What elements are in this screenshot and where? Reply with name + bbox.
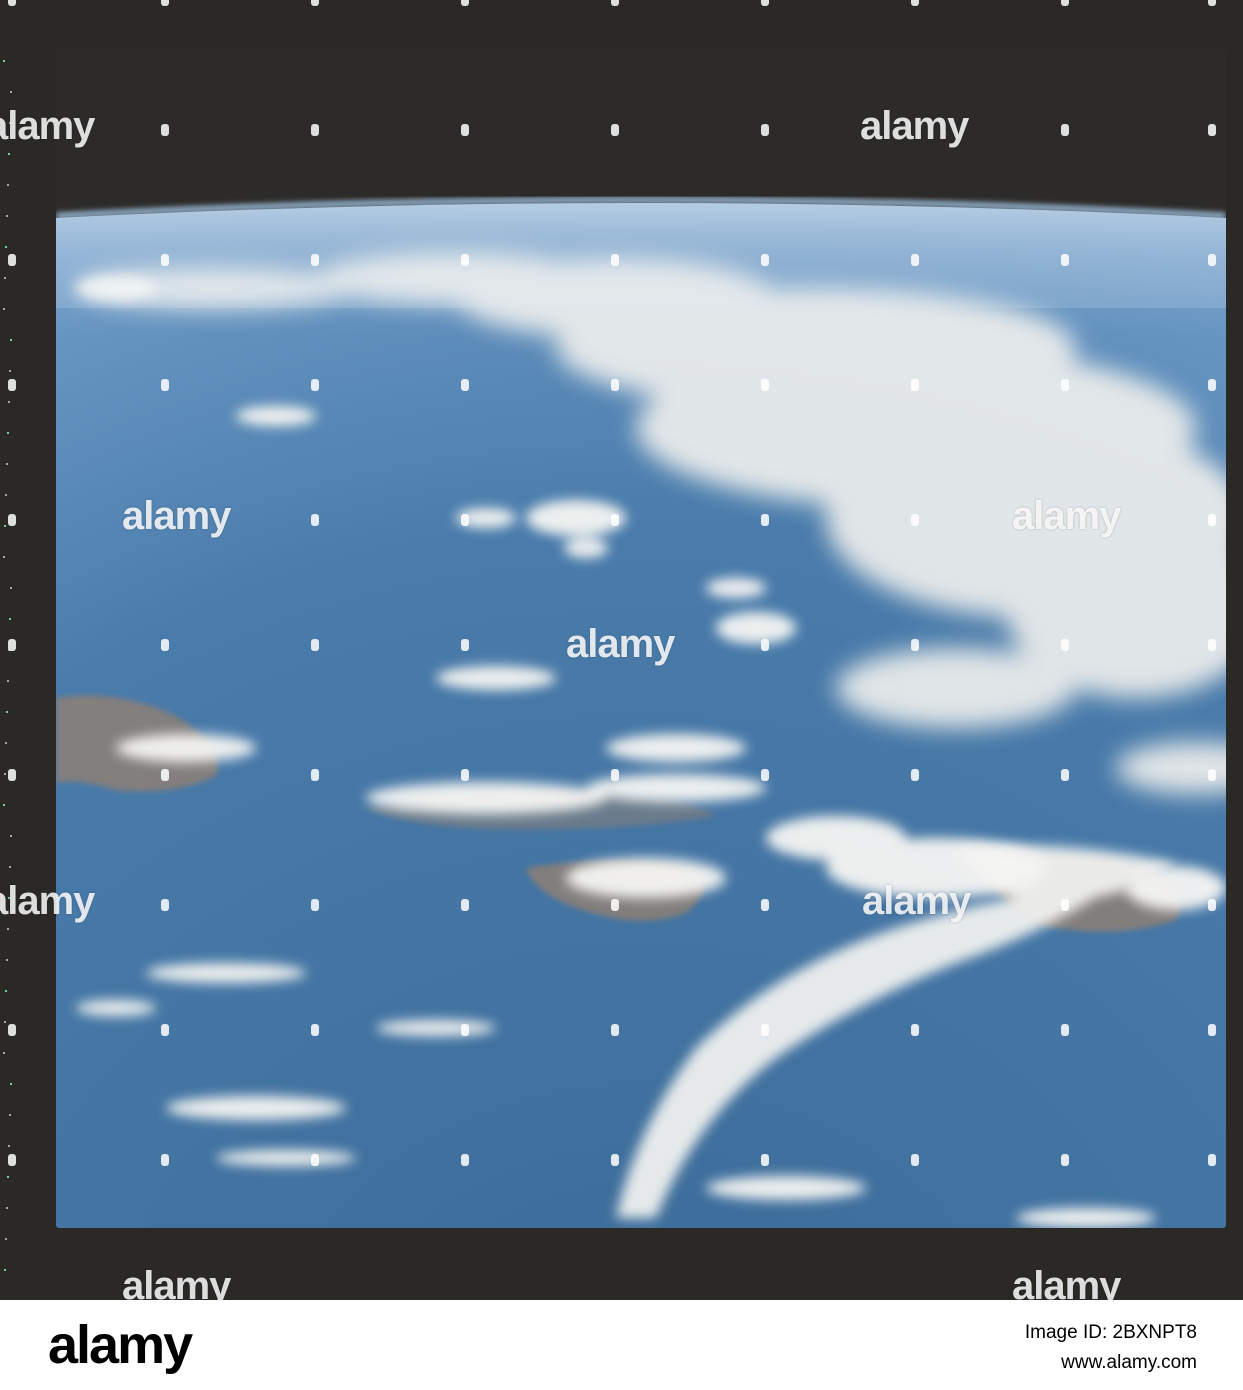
stock-image-info: Image ID: 2BXNPT8 www.alamy.com (1025, 1318, 1197, 1378)
film-edge-speck (5, 246, 7, 248)
film-edge-speck (8, 649, 10, 651)
film-edge-speck (8, 153, 10, 155)
film-edge-speck (4, 277, 6, 279)
film-edge-speck (3, 1052, 5, 1054)
stock-url-label: www.alamy.com (1061, 1352, 1197, 1373)
film-edge-speck (6, 463, 8, 465)
film-edge-speck (4, 525, 6, 527)
watermark-mark (161, 0, 169, 6)
film-edge-speck (3, 308, 5, 310)
film-edge-speck (9, 122, 11, 124)
film-edge-speck (8, 1145, 10, 1147)
watermark-mark (311, 0, 319, 6)
watermark-text: alamy (1012, 1264, 1121, 1300)
film-edge-speck (9, 1114, 11, 1116)
film-edge-speck (6, 711, 8, 713)
film-edge-speck (10, 91, 12, 93)
earth-photo-canvas (56, 48, 1226, 1228)
film-edge-speck (9, 370, 11, 372)
film-edge-speck (10, 587, 12, 589)
film-edge-speck (5, 990, 7, 992)
film-edge-speck (6, 1207, 8, 1209)
film-edge-speck (3, 60, 5, 62)
film-edge-speck (6, 215, 8, 217)
film-edge-speck (3, 556, 5, 558)
stock-logo: alamy (48, 1315, 193, 1375)
watermark-mark (1061, 0, 1069, 6)
watermark-text: alamy (122, 1264, 231, 1300)
film-edge-speck (7, 928, 9, 930)
watermark-mark (611, 0, 619, 6)
film-edge-speck (10, 339, 12, 341)
watermark-mark (461, 0, 469, 6)
film-edge-speck (7, 680, 9, 682)
film-edge-speck (8, 401, 10, 403)
film-edge-speck (6, 959, 8, 961)
film-edge-speck (7, 184, 9, 186)
earth-photo (56, 48, 1226, 1228)
film-edge-speck (10, 835, 12, 837)
watermark-mark (911, 0, 919, 6)
film-edge-speck (10, 1083, 12, 1085)
film-edge-speck (3, 804, 5, 806)
watermark-mark (761, 0, 769, 6)
film-edge-speck (4, 1021, 6, 1023)
film-edge-speck (9, 618, 11, 620)
film-edge-speck (5, 494, 7, 496)
film-frame: alamyalamyalamyalamyalamyalamyalamyalamy… (0, 0, 1243, 1300)
film-edge-markings (0, 0, 14, 1300)
film-edge-speck (7, 432, 9, 434)
stock-info-bar: alamy Image ID: 2BXNPT8 www.alamy.com (0, 1300, 1243, 1390)
film-edge-speck (5, 1238, 7, 1240)
image-id-label: Image ID: 2BXNPT8 (1024, 1322, 1197, 1343)
film-edge-speck (4, 1269, 6, 1271)
film-edge-speck (4, 773, 6, 775)
film-edge-speck (7, 1176, 9, 1178)
film-edge-speck (9, 866, 11, 868)
film-edge-speck (8, 897, 10, 899)
film-edge-speck (5, 742, 7, 744)
watermark-mark (1208, 0, 1216, 6)
